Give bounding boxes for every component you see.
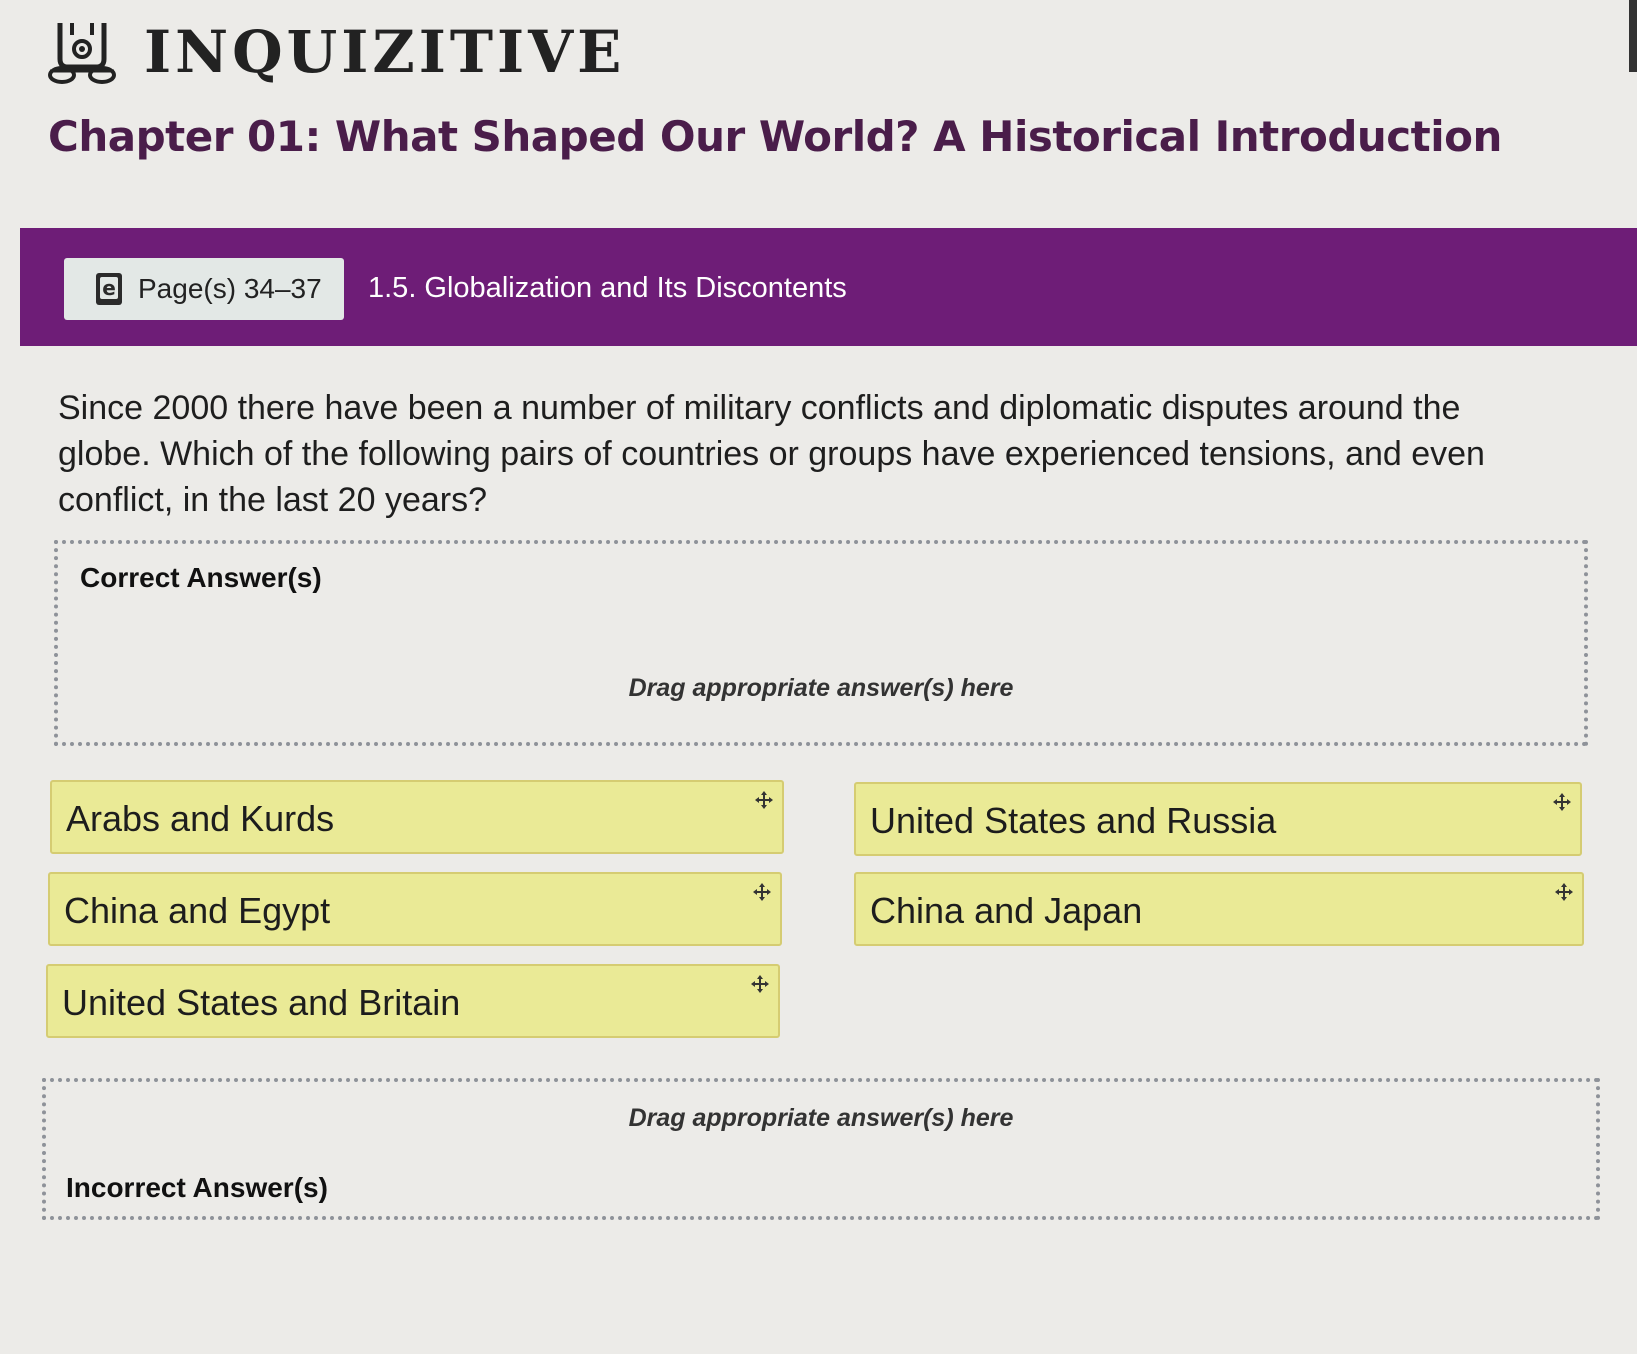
pages-label: Page(s) 34–37 <box>138 273 322 304</box>
move-icon <box>751 975 769 993</box>
answer-card[interactable]: Arabs and Kurds <box>50 780 784 854</box>
inquizitive-logo: INQUIZITIVE <box>46 18 625 86</box>
brand-name: INQUIZITIVE <box>144 18 626 86</box>
incorrect-answers-label: Incorrect Answer(s) <box>66 1172 328 1203</box>
pages-button[interactable]: e Page(s) 34–37 <box>64 258 344 320</box>
answer-card[interactable]: China and Egypt <box>48 872 782 946</box>
drop-hint: Drag appropriate answer(s) here <box>628 674 1014 702</box>
answer-label: United States and Britain <box>62 982 461 1023</box>
answer-card[interactable]: China and Japan <box>854 872 1584 946</box>
answer-label: China and Japan <box>870 890 1143 931</box>
answer-card[interactable]: United States and Britain <box>46 964 780 1038</box>
answer-card[interactable]: United States and Russia <box>854 782 1582 856</box>
correct-answers-label: Correct Answer(s) <box>80 562 322 593</box>
answer-label: Arabs and Kurds <box>66 798 335 839</box>
answer-label: China and Egypt <box>64 890 331 931</box>
chapter-title: Chapter 01: What Shaped Our World? A His… <box>48 112 1502 161</box>
ebook-icon: e <box>96 273 122 305</box>
section-title: 1.5. Globalization and Its Discontents <box>368 272 847 304</box>
window-edge <box>1629 0 1637 72</box>
mascot-icon <box>48 23 116 84</box>
move-icon <box>755 791 773 809</box>
question-text: Since 2000 there have been a number of m… <box>58 389 1485 519</box>
section-bar: e Page(s) 34–37 1.5. Globalization and I… <box>20 228 1637 346</box>
svg-text:e: e <box>102 276 116 300</box>
correct-answers-dropzone[interactable]: Correct Answer(s) Drag appropriate answe… <box>54 540 1588 746</box>
move-icon <box>753 883 771 901</box>
move-icon <box>1555 883 1573 901</box>
answer-label: United States and Russia <box>870 800 1277 841</box>
move-icon <box>1553 793 1571 811</box>
incorrect-answers-dropzone[interactable]: Drag appropriate answer(s) here Incorrec… <box>42 1078 1600 1220</box>
drop-hint: Drag appropriate answer(s) here <box>628 1104 1014 1132</box>
